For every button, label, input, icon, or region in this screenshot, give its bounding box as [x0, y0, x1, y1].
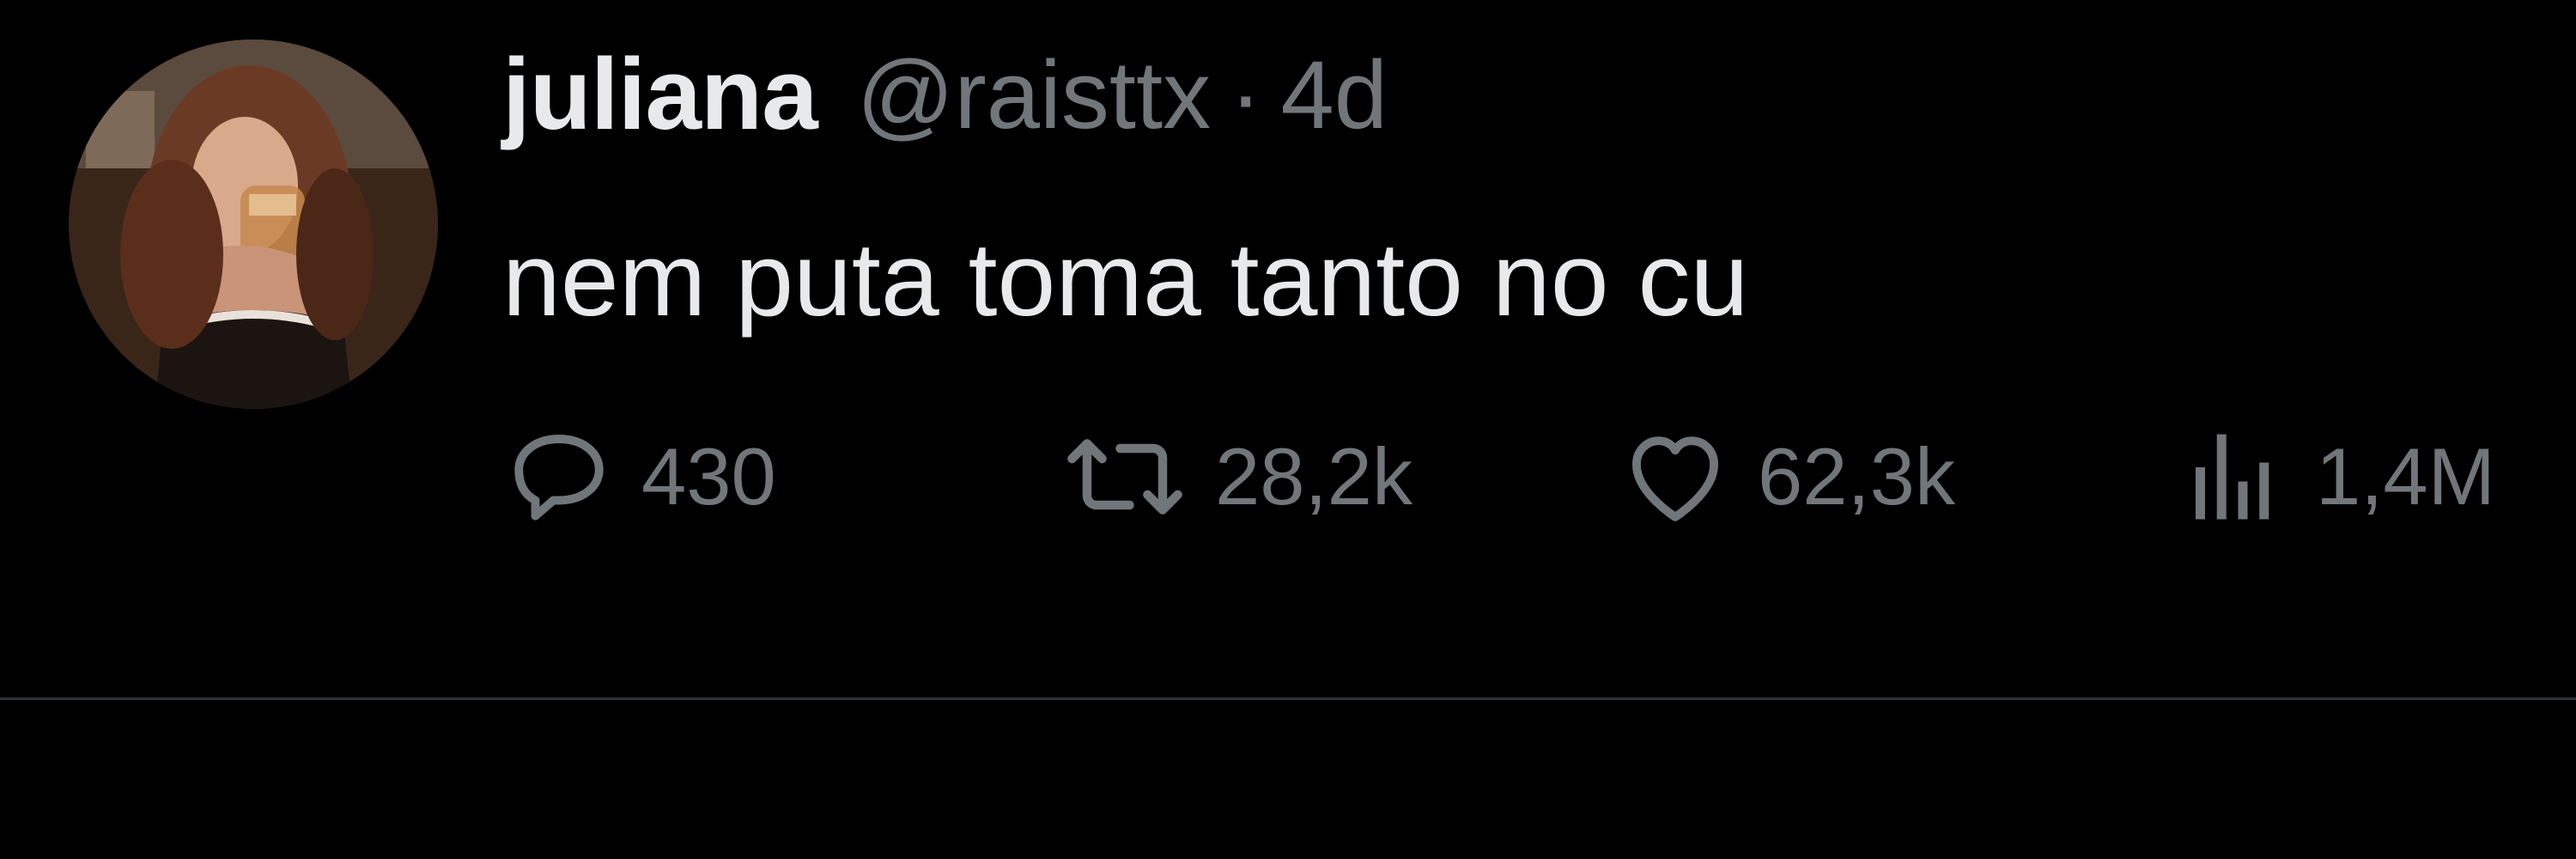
author-display-name[interactable]: juliana — [502, 36, 818, 153]
author-handle[interactable]: @raisttx — [857, 40, 1211, 150]
retweet-arrows-icon — [1067, 439, 1182, 515]
like-count: 62,3k — [1758, 431, 1955, 521]
heart-outline-icon — [1631, 436, 1719, 521]
reply-count: 430 — [641, 431, 776, 521]
reply-button[interactable]: 430 — [502, 421, 776, 533]
tweet-header: juliana @raisttx · 4d — [502, 34, 1388, 155]
reply-bubble-icon — [514, 435, 604, 521]
views-count: 1,4M — [2316, 431, 2495, 521]
like-button[interactable]: 62,3k — [1619, 421, 1955, 533]
retweet-button[interactable]: 28,2k — [1060, 421, 1413, 533]
avatar[interactable] — [69, 40, 438, 409]
bar-chart-icon — [2196, 434, 2269, 520]
divider — [0, 698, 2576, 700]
tweet-actions: 430 28,2k 62,3k 1,4M — [502, 421, 2563, 533]
profile-photo-icon — [69, 40, 438, 409]
retweet-count: 28,2k — [1215, 431, 1413, 521]
tweet[interactable]: juliana @raisttx · 4d nem puta toma tant… — [0, 0, 2576, 859]
header-separator: · — [1230, 40, 1262, 149]
views-button[interactable]: 1,4M — [2177, 421, 2495, 533]
tweet-timestamp[interactable]: 4d — [1280, 40, 1388, 150]
tweet-text: nem puta toma tanto no cu — [502, 221, 1749, 338]
